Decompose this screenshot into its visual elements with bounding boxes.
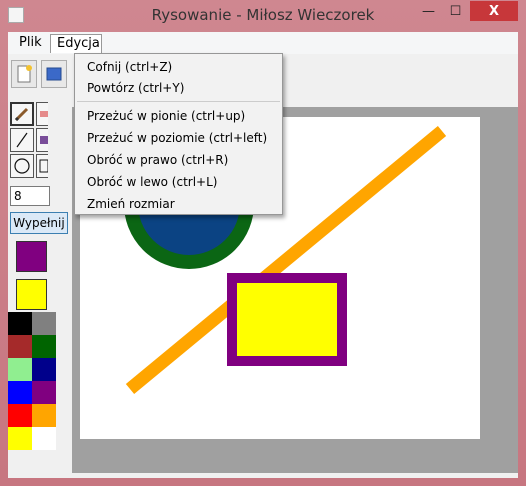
palette-color-swatch[interactable] [32, 312, 56, 335]
menu-item-rotate-right[interactable]: Obróć w prawo (ctrl+R) [87, 153, 228, 167]
fill-button[interactable]: Wypełnij [10, 212, 68, 234]
eraser-tool-button[interactable] [36, 102, 48, 126]
palette-color-swatch[interactable] [8, 312, 32, 335]
ellipse-tool-button[interactable] [10, 154, 34, 178]
brush-size-input[interactable]: 8 [10, 186, 50, 206]
pencil-icon [14, 107, 29, 122]
menu-item-undo[interactable]: Cofnij (ctrl+Z) [87, 60, 172, 74]
menu-plik[interactable]: Plik [13, 34, 48, 53]
menu-item-redo[interactable]: Powtórz (ctrl+Y) [87, 81, 184, 95]
secondary-color-swatch[interactable] [16, 279, 47, 310]
palette-color-swatch[interactable] [8, 427, 32, 450]
line-tool-button[interactable] [10, 128, 34, 152]
palette-color-swatch[interactable] [32, 381, 56, 404]
brush-icon [39, 136, 48, 144]
eraser-icon [39, 111, 48, 117]
palette-color-swatch[interactable] [32, 335, 56, 358]
palette-color-swatch[interactable] [8, 358, 32, 381]
new-file-icon [17, 65, 32, 83]
menu-separator [77, 101, 280, 102]
line-icon [16, 132, 28, 148]
app-window: Rysowanie - Miłosz Wieczorek — ☐ X Plik … [0, 0, 526, 486]
palette-color-swatch[interactable] [32, 404, 56, 427]
maximize-button[interactable]: ☐ [442, 1, 469, 21]
menu-item-flip-vertical[interactable]: Przeżuć w pionie (ctrl+up) [87, 109, 245, 123]
primary-color-swatch[interactable] [16, 241, 47, 272]
pencil-tool-button[interactable] [10, 102, 34, 126]
palette-color-swatch[interactable] [8, 404, 32, 427]
close-button[interactable]: X [470, 1, 518, 21]
palette-color-swatch[interactable] [32, 427, 56, 450]
palette-color-swatch[interactable] [32, 358, 56, 381]
rectangle-tool-button[interactable] [36, 154, 48, 178]
rectangle-icon [39, 159, 48, 173]
drawn-rectangle [227, 273, 347, 366]
open-file-button[interactable] [41, 60, 67, 88]
edycja-dropdown-menu: Cofnij (ctrl+Z) Powtórz (ctrl+Y) Przeżuć… [74, 53, 283, 215]
palette-color-swatch[interactable] [8, 335, 32, 358]
menu-item-flip-horizontal[interactable]: Przeżuć w poziomie (ctrl+left) [87, 131, 267, 145]
menu-item-rotate-left[interactable]: Obróć w lewo (ctrl+L) [87, 175, 217, 189]
open-file-icon [46, 67, 62, 81]
title-bar[interactable]: Rysowanie - Miłosz Wieczorek — ☐ X [0, 0, 526, 32]
menu-edycja[interactable]: Edycja [50, 34, 102, 53]
brush-tool-button[interactable] [36, 128, 48, 152]
new-file-button[interactable] [11, 60, 37, 88]
menu-bar: Plik Edycja [8, 32, 518, 54]
minimize-button[interactable]: — [415, 1, 442, 21]
ellipse-icon [14, 158, 30, 174]
menu-item-resize[interactable]: Zmień rozmiar [87, 197, 175, 211]
palette-color-swatch[interactable] [8, 381, 32, 404]
